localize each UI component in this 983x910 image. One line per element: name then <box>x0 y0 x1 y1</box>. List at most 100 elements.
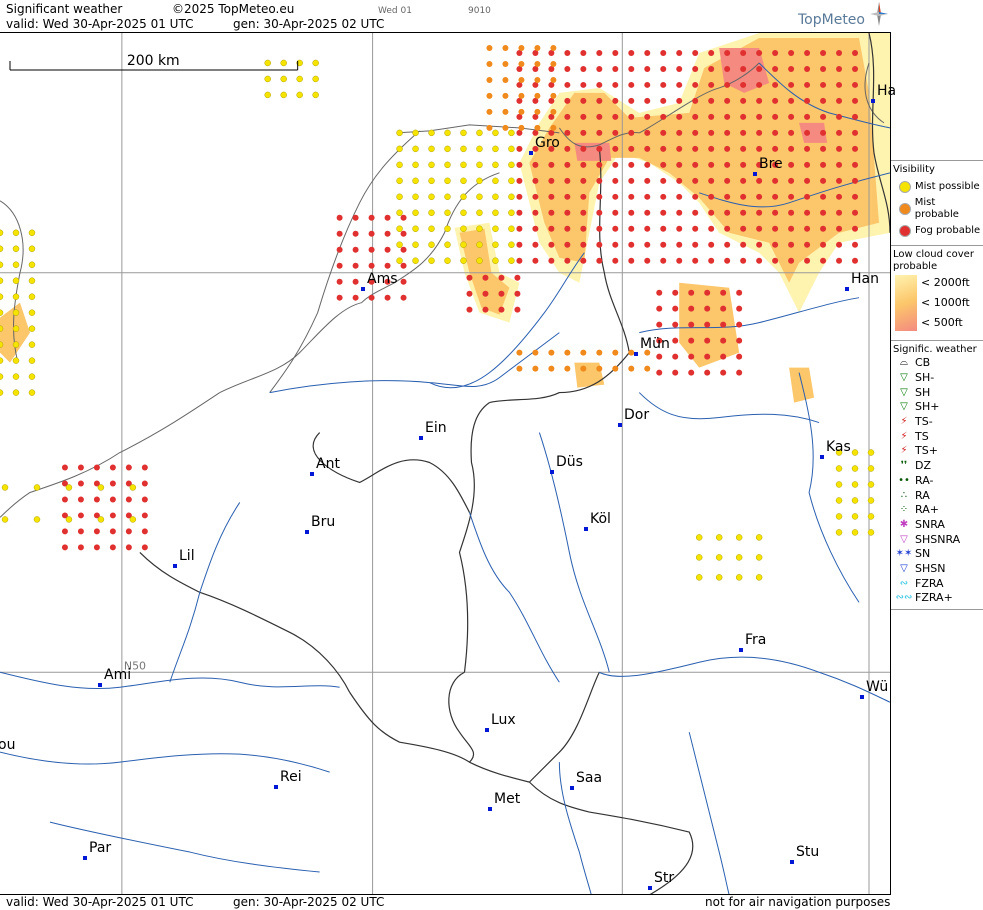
visibility-marker <box>851 529 859 536</box>
visibility-marker <box>264 75 271 83</box>
visibility-marker <box>644 81 651 88</box>
visibility-marker <box>460 161 467 169</box>
visibility-marker <box>596 129 603 136</box>
visibility-marker <box>672 289 679 296</box>
visibility-marker <box>400 294 407 301</box>
visibility-marker <box>724 113 731 120</box>
visibility-marker <box>516 349 523 356</box>
visibility-marker <box>740 81 747 88</box>
visibility-marker <box>77 480 84 487</box>
city-marker <box>488 807 492 811</box>
visibility-marker <box>715 534 723 541</box>
weather-map[interactable]: 200 km N50 <box>0 32 891 895</box>
shower-heavy-icon: ▽ <box>900 401 908 413</box>
visibility-marker <box>656 289 663 296</box>
visibility-marker <box>736 321 743 328</box>
city-marker <box>860 695 864 699</box>
legend-label: Mist probable <box>914 197 959 220</box>
city-label: Lux <box>491 712 516 728</box>
visibility-marker <box>804 97 811 104</box>
visibility-marker <box>676 65 683 72</box>
visibility-marker <box>486 92 493 99</box>
visibility-marker <box>788 49 795 56</box>
visibility-marker <box>77 544 84 551</box>
visibility-marker <box>596 81 603 88</box>
run-code: 9010 <box>468 6 491 16</box>
visibility-marker <box>412 161 419 169</box>
city-label: Str <box>654 870 675 886</box>
visibility-marker <box>755 534 763 541</box>
visibility-marker <box>125 464 132 471</box>
legend-swatch <box>899 181 911 193</box>
visibility-marker <box>820 241 827 248</box>
visibility-marker <box>740 49 747 56</box>
visibility-marker <box>644 241 651 248</box>
visibility-marker <box>688 289 695 296</box>
wx-legend-item: ▽ SHSNRA <box>893 532 981 547</box>
visibility-marker <box>412 193 419 201</box>
visibility-marker <box>704 321 711 328</box>
visibility-marker <box>476 209 483 217</box>
visibility-marker <box>692 97 699 104</box>
visibility-marker <box>755 574 763 581</box>
visibility-marker <box>516 257 523 264</box>
visibility-marker <box>428 257 435 264</box>
visibility-marker <box>612 97 619 104</box>
visibility-marker <box>708 145 715 152</box>
visibility-marker <box>804 81 811 88</box>
visibility-marker <box>12 229 20 237</box>
visibility-marker <box>492 257 499 264</box>
visibility-marker <box>33 484 41 491</box>
visibility-marker <box>740 65 747 72</box>
visibility-marker <box>476 177 483 185</box>
visibility-marker <box>704 337 711 344</box>
visibility-marker <box>851 497 859 504</box>
visibility-marker <box>428 241 435 249</box>
footer-valid: valid: Wed 30-Apr-2025 01 UTC <box>6 895 194 909</box>
visibility-marker <box>708 257 715 264</box>
visibility-marker <box>820 113 827 120</box>
visibility-marker <box>580 49 587 56</box>
visibility-marker <box>580 97 587 104</box>
visibility-marker <box>736 337 743 344</box>
visibility-marker <box>596 177 603 184</box>
visibility-marker <box>28 341 36 348</box>
visibility-marker <box>502 124 509 131</box>
visibility-marker <box>61 528 68 535</box>
visibility-marker <box>109 544 116 551</box>
visibility-marker <box>788 225 795 232</box>
visibility-marker <box>720 305 727 312</box>
visibility-marker <box>109 528 116 535</box>
visibility-marker <box>476 145 483 153</box>
brand-logo[interactable]: TopMeteo <box>798 12 865 28</box>
visibility-marker <box>852 65 859 72</box>
visibility-marker <box>336 214 343 221</box>
visibility-marker <box>548 365 555 372</box>
city-label: Saa <box>576 770 603 786</box>
visibility-marker <box>740 113 747 120</box>
low-cloud-areas <box>0 33 890 403</box>
visibility-marker <box>444 257 451 264</box>
significant-weather-legend: Signific. weather ⌓ CB ▽ SH- ▽ SH ▽ SH+ ⚡ TS- ⚡ TS ⚡… <box>891 340 983 609</box>
visibility-marker <box>788 161 795 168</box>
wx-legend-item: ⚡ TS- <box>893 415 981 430</box>
city-label: Düs <box>556 454 583 470</box>
visibility-marker <box>28 373 36 380</box>
visibility-marker <box>612 65 619 72</box>
wx-legend-item: ▽ SH <box>893 385 981 400</box>
visibility-marker <box>695 534 703 541</box>
visibility-marker <box>867 513 875 520</box>
cloud-title: Low cloud cover probable <box>893 249 974 272</box>
visibility-marker <box>867 449 875 456</box>
visibility-marker <box>532 225 539 232</box>
wx-legend-item: ❜❜ DZ <box>893 459 981 474</box>
city-marker <box>485 728 489 732</box>
visibility-marker <box>692 257 699 264</box>
city-marker <box>98 683 102 687</box>
visibility-marker <box>548 225 555 232</box>
visibility-marker <box>628 97 635 104</box>
visibility-marker <box>141 544 148 551</box>
city-marker <box>83 856 87 860</box>
visibility-marker <box>676 145 683 152</box>
visibility-marker <box>788 145 795 152</box>
